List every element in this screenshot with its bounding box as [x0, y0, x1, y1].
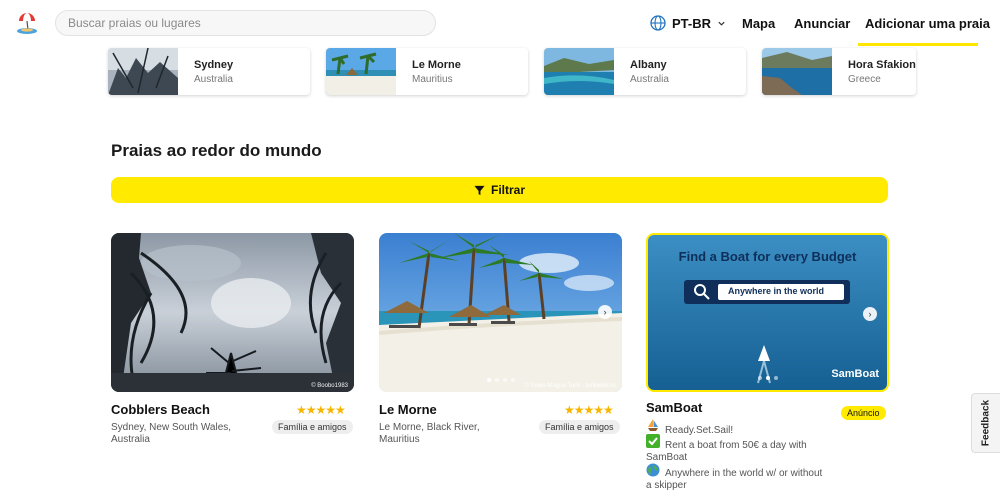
ad-line: Rent a boat from 50€ a day with SamBoat [646, 440, 807, 463]
top-bar: PT-BR Mapa Anunciar Adicionar uma praia [0, 0, 1000, 46]
language-label: PT-BR [672, 15, 711, 31]
place-name: Albany [630, 59, 667, 71]
beach-location: Sydney, New South Wales, Australia [111, 422, 232, 445]
place-thumbnail [544, 48, 614, 95]
place-country: Australia [194, 74, 233, 85]
place-country: Mauritius [412, 74, 453, 85]
carousel-dots [486, 378, 515, 382]
place-card-sydney[interactable]: Sydney Australia [108, 48, 310, 95]
filter-label: Filtrar [490, 183, 525, 197]
place-thumbnail [108, 48, 178, 95]
category-tag: Família e amigos [539, 420, 620, 434]
feedback-label: Feedback [980, 399, 992, 447]
ad-line: Ready.Set.Sail! [665, 425, 734, 436]
place-country: Australia [630, 74, 669, 85]
sailboat-icon [648, 419, 658, 431]
section-title: Praias ao redor do mundo [111, 141, 322, 160]
feedback-tab[interactable]: Feedback [971, 393, 1000, 453]
category-tag: Família e amigos [272, 420, 353, 434]
language-selector[interactable]: PT-BR [650, 14, 726, 32]
chevron-down-icon [718, 21, 725, 26]
beach-title[interactable]: Le Morne [379, 402, 437, 417]
photo-credit: © Boobo1983 [311, 383, 348, 389]
place-name: Hora Sfakion [848, 59, 916, 71]
ad-badge: Anúncio [841, 406, 886, 420]
nav-add-beach-link[interactable]: Adicionar uma praia [865, 16, 990, 31]
beach-card-image[interactable]: © Boobo1983 [111, 233, 354, 392]
carousel-next-arrow[interactable]: › [598, 305, 612, 319]
place-country: Greece [848, 74, 881, 85]
search-input[interactable] [56, 11, 435, 35]
place-card-albany[interactable]: Albany Australia [544, 48, 746, 95]
nav-map-link[interactable]: Mapa [742, 16, 775, 31]
place-card-le-morne[interactable]: Le Morne Mauritius [326, 48, 528, 95]
nav-advertise-link[interactable]: Anunciar [794, 16, 850, 31]
ad-banner-logo: SamBoat [831, 368, 879, 380]
photo-credit: © Svein-Magne Tunli - tunliweb.no [524, 383, 616, 389]
ad-card-image[interactable]: Find a Boat for every Budget Anywhere in… [646, 233, 889, 392]
beach-card-image[interactable]: › © Svein-Magne Tunli - tunliweb.no [379, 233, 622, 392]
beach-umbrella-logo-icon[interactable] [15, 11, 39, 35]
filter-funnel-icon [474, 185, 485, 195]
carousel-dots [757, 376, 778, 380]
beach-photo [111, 233, 354, 392]
place-name: Le Morne [412, 59, 461, 71]
rating-stars: ★★★★★ [296, 403, 346, 417]
rating-stars: ★★★★★ [564, 403, 614, 417]
search-box[interactable] [55, 10, 436, 36]
beach-location: Le Morne, Black River, Mauritius [379, 422, 480, 445]
ad-banner-search-text: Anywhere in the world [728, 286, 825, 296]
place-card-hora-sfakion[interactable]: Hora Sfakion Greece [762, 48, 916, 95]
place-thumbnail [326, 48, 396, 95]
ad-banner-heading: Find a Boat for every Budget [678, 249, 857, 264]
place-name: Sydney [194, 59, 234, 71]
place-carousel: Sydney Australia Le Morne Mauritius Alba… [0, 46, 1000, 98]
place-thumbnail [762, 48, 832, 95]
carousel-next-arrow[interactable]: › [863, 307, 877, 321]
ad-line: Anywhere in the world w/ or without a sk… [646, 468, 823, 491]
beach-photo [379, 233, 622, 392]
globe-icon [650, 15, 666, 31]
ad-title[interactable]: SamBoat [646, 400, 702, 415]
filter-button[interactable]: Filtrar [111, 177, 888, 203]
beach-title[interactable]: Cobblers Beach [111, 402, 210, 417]
